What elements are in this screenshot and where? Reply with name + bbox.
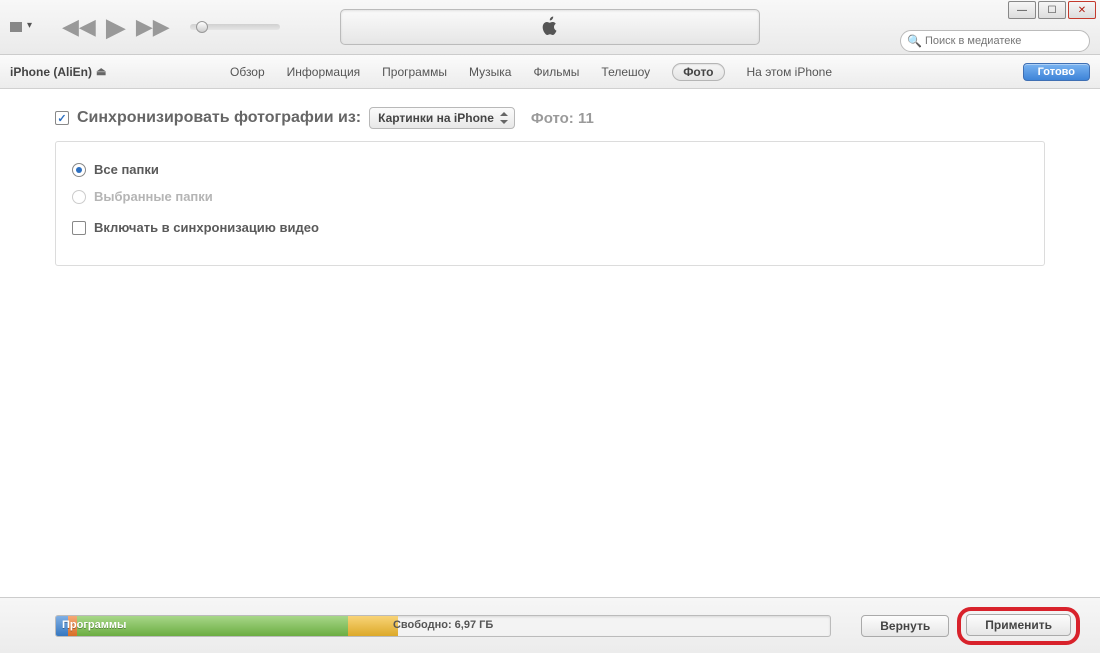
sync-photos-label: Синхронизировать фотографии из: [77, 109, 361, 127]
tab-apps[interactable]: Программы [382, 65, 447, 79]
capacity-bar: Программы Свободно: 6,97 ГБ [55, 615, 831, 637]
apply-button[interactable]: Применить [966, 614, 1071, 636]
done-button[interactable]: Готово [1023, 63, 1090, 81]
include-video-checkbox[interactable] [72, 221, 86, 235]
window-minimize-button[interactable]: — [1008, 1, 1036, 19]
apply-highlight: Применить [957, 607, 1080, 645]
device-name-label: iPhone (AliEn) [10, 65, 92, 79]
apple-logo-icon [541, 16, 559, 39]
play-button[interactable]: ▶ [106, 12, 126, 43]
window-maximize-button[interactable]: ☐ [1038, 1, 1066, 19]
tab-movies[interactable]: Фильмы [533, 65, 579, 79]
sync-photos-checkbox[interactable] [55, 111, 69, 125]
include-video-label: Включать в синхронизацию видео [94, 220, 319, 235]
all-folders-radio[interactable] [72, 163, 86, 177]
all-folders-label: Все папки [94, 162, 159, 177]
next-track-button[interactable]: ▶▶ [136, 14, 170, 40]
window-close-button[interactable]: ✕ [1068, 1, 1096, 19]
photo-source-select[interactable]: Картинки на iPhone [369, 107, 515, 129]
library-switcher[interactable] [10, 22, 22, 32]
photo-count: Фото: 11 [531, 110, 594, 127]
volume-knob[interactable] [196, 21, 208, 33]
selected-folders-radio [72, 190, 86, 204]
tab-music[interactable]: Музыка [469, 65, 511, 79]
search-input[interactable] [900, 30, 1090, 52]
selected-folders-label: Выбранные папки [94, 189, 213, 204]
capacity-free-label: Свободно: 6,97 ГБ [56, 619, 830, 631]
tab-photos[interactable]: Фото [672, 63, 724, 81]
volume-slider[interactable] [190, 24, 280, 30]
tab-info[interactable]: Информация [287, 65, 360, 79]
tab-overview[interactable]: Обзор [230, 65, 265, 79]
device-name[interactable]: iPhone (AliEn) ⏏ [10, 65, 106, 79]
previous-track-button[interactable]: ◀◀ [62, 14, 96, 40]
search-icon: 🔍 [907, 34, 922, 48]
options-panel: Все папки Выбранные папки Включать в син… [55, 141, 1045, 266]
lcd-display [340, 9, 760, 45]
revert-button[interactable]: Вернуть [861, 615, 949, 637]
tab-on-device[interactable]: На этом iPhone [747, 65, 833, 79]
tab-tvshows[interactable]: Телешоу [601, 65, 650, 79]
eject-icon[interactable]: ⏏ [96, 65, 106, 78]
